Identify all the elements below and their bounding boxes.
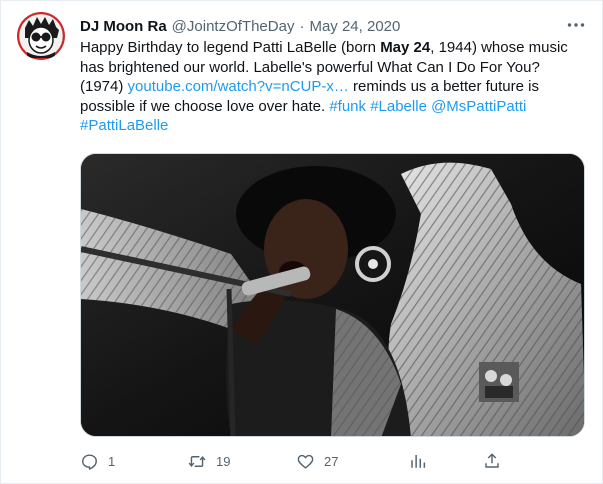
- analytics-icon: [411, 455, 426, 468]
- like-button[interactable]: 27: [296, 447, 338, 475]
- tweet-date[interactable]: May 24, 2020: [309, 18, 400, 35]
- text-segment: reminds us a better future is: [348, 78, 539, 95]
- more-options-button[interactable]: [564, 15, 588, 35]
- performer-photo: [81, 154, 584, 436]
- retweet-button[interactable]: 19: [187, 447, 230, 475]
- mention-mspattipatti[interactable]: @MsPattiPatti: [431, 98, 526, 115]
- retweet-icon: [188, 455, 206, 467]
- text-segment: possible if we choose love over hate.: [80, 97, 330, 115]
- youtube-link[interactable]: youtube.com/watch?v=nCUP-x…: [128, 78, 349, 95]
- tweet-text-line: Happy Birthday to legend Patti LaBelle (…: [80, 38, 590, 58]
- text-segment: (1974): [80, 78, 128, 95]
- tweet-header: DJ Moon Ra @JointzOfTheDay · May 24, 202…: [80, 15, 582, 37]
- text-segment: Happy Birthday to legend Patti LaBelle (…: [80, 39, 381, 56]
- analytics-button[interactable]: [409, 447, 427, 475]
- like-count: 27: [324, 453, 339, 469]
- text-segment: has brightened our world. Labelle's powe…: [80, 58, 540, 76]
- reply-button[interactable]: 1: [80, 447, 115, 475]
- share-button[interactable]: [483, 447, 501, 475]
- action-bar: 1 19 27: [80, 447, 520, 475]
- avatar[interactable]: [17, 12, 65, 60]
- media-image[interactable]: [80, 153, 585, 437]
- text-bold-date: May 24: [380, 39, 431, 56]
- retweet-count: 19: [216, 453, 231, 469]
- tweet-text-line: has brightened our world. Labelle's powe…: [80, 58, 590, 78]
- tweet-text-line: possible if we choose love over hate. #f…: [80, 97, 590, 117]
- avatar-image: [17, 12, 65, 60]
- share-icon: [485, 453, 499, 468]
- reply-icon: [82, 453, 97, 470]
- hashtag-pattilabelle[interactable]: #PattiLaBelle: [80, 117, 168, 134]
- tweet-card[interactable]: DJ Moon Ra @JointzOfTheDay · May 24, 202…: [0, 0, 603, 484]
- more-horizontal-icon: [567, 23, 585, 27]
- hashtag-funk[interactable]: #funk: [329, 98, 366, 115]
- tweet-text-line: #PattiLaBelle: [80, 116, 590, 136]
- hashtag-labelle[interactable]: #Labelle: [370, 98, 427, 115]
- tweet-text-line: (1974) youtube.com/watch?v=nCUP-x… remin…: [80, 77, 590, 97]
- text-segment: , 1944) whose music: [430, 39, 568, 56]
- reply-count: 1: [108, 453, 116, 469]
- author-handle[interactable]: @JointzOfTheDay: [172, 18, 295, 35]
- heart-icon: [297, 454, 314, 469]
- author-name[interactable]: DJ Moon Ra: [80, 18, 167, 35]
- header-separator: ·: [299, 17, 305, 35]
- tweet-text: Happy Birthday to legend Patti LaBelle (…: [80, 38, 590, 136]
